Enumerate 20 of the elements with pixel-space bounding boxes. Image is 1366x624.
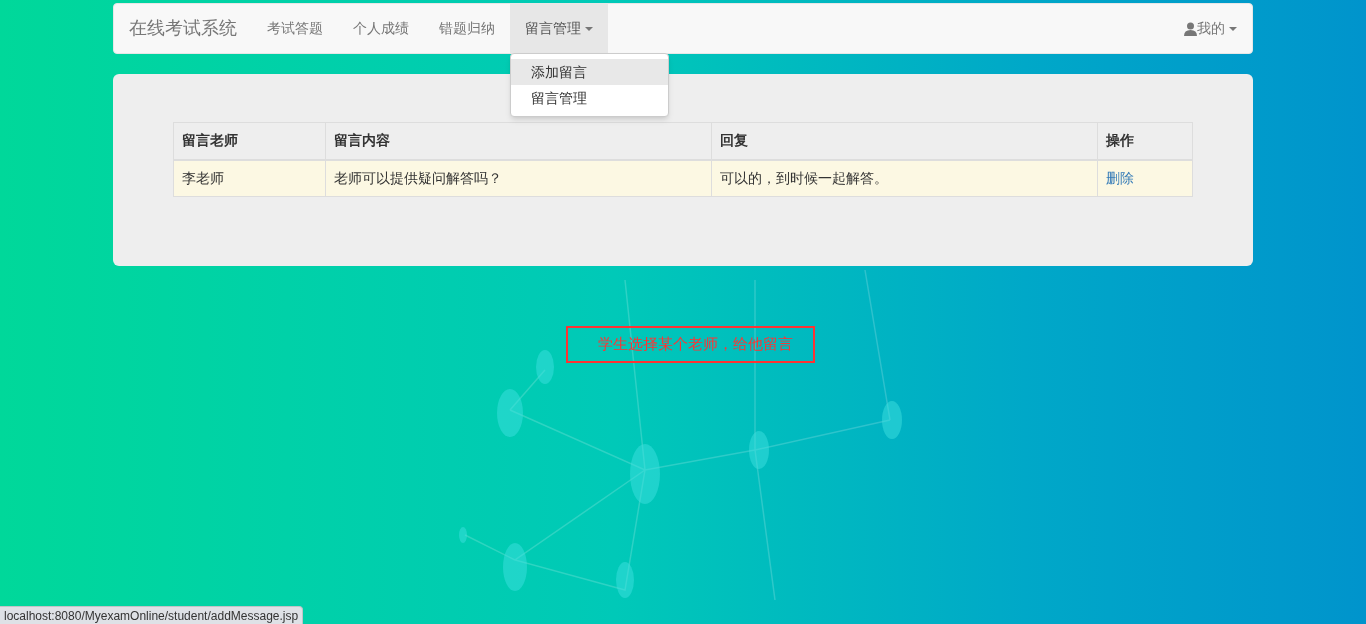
nav-link[interactable]: 个人成绩 xyxy=(338,4,424,53)
user-icon xyxy=(1184,21,1197,36)
status-bar: localhost:8080/MyexamOnline/student/addMessage.jsp xyxy=(0,606,304,624)
nav-link[interactable]: 考试答题 xyxy=(252,4,338,53)
table-cell: 老师可以提供疑问解答吗？ xyxy=(325,159,712,197)
table-cell: 李老师 xyxy=(173,159,326,197)
table-cell: 可以的，到时候一起解答。 xyxy=(711,159,1098,197)
dropdown-item[interactable]: 添加留言 xyxy=(511,59,668,85)
dropdown-item[interactable]: 留言管理 xyxy=(511,85,668,111)
nav-link[interactable]: 留言管理 xyxy=(510,4,608,53)
caret-icon xyxy=(1229,26,1237,31)
brand-title[interactable]: 在线考试系统 xyxy=(114,4,252,53)
annotation-box: 学生选择某个老师，给他留言 xyxy=(566,326,815,363)
user-menu[interactable]: 我的 xyxy=(1169,4,1252,53)
column-header: 操作 xyxy=(1097,122,1193,160)
column-header: 留言老师 xyxy=(173,122,326,160)
column-header: 回复 xyxy=(711,122,1098,160)
nav-link[interactable]: 错题归纳 xyxy=(424,4,510,53)
column-header: 留言内容 xyxy=(325,122,712,160)
delete-link[interactable]: 删除 xyxy=(1106,169,1134,186)
